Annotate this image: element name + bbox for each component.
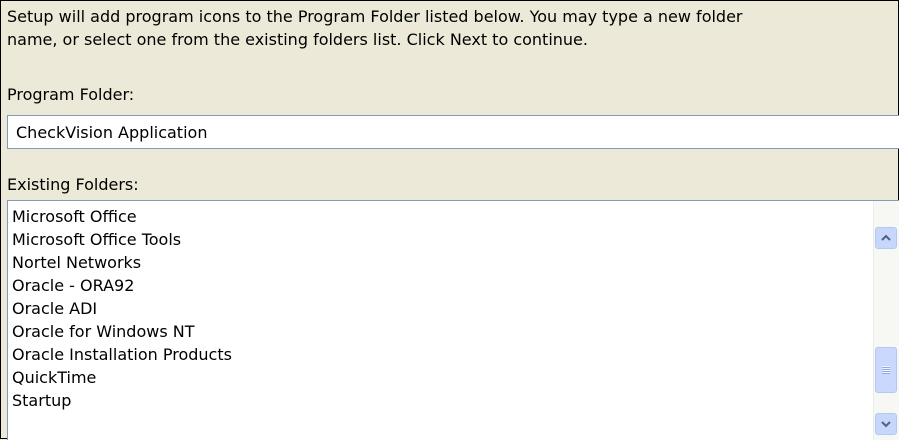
existing-folders-list[interactable]: Microsoft Office Microsoft Office Tools …: [7, 200, 899, 440]
setup-dialog-panel: Setup will add program icons to the Prog…: [0, 0, 899, 440]
list-item[interactable]: Oracle for Windows NT: [12, 320, 872, 343]
program-folder-input[interactable]: [7, 115, 899, 149]
scroll-down-button[interactable]: [875, 413, 897, 435]
chevron-up-icon: [881, 234, 891, 241]
scroll-up-button[interactable]: [875, 227, 897, 249]
vertical-scrollbar[interactable]: [873, 201, 899, 440]
list-item[interactable]: Oracle Installation Products: [12, 343, 872, 366]
program-folder-label: Program Folder:: [7, 85, 135, 104]
scrollbar-thumb[interactable]: [875, 347, 897, 393]
list-item[interactable]: Microsoft Office Tools: [12, 228, 872, 251]
list-item[interactable]: QuickTime: [12, 366, 872, 389]
existing-folders-items: Microsoft Office Microsoft Office Tools …: [12, 205, 872, 412]
chevron-down-icon: [881, 421, 891, 428]
existing-folders-label: Existing Folders:: [7, 175, 139, 194]
list-item[interactable]: Oracle - ORA92: [12, 274, 872, 297]
list-item[interactable]: Microsoft Office: [12, 205, 872, 228]
list-item[interactable]: Nortel Networks: [12, 251, 872, 274]
intro-text: Setup will add program icons to the Prog…: [7, 7, 743, 49]
list-item[interactable]: Oracle ADI: [12, 297, 872, 320]
list-item[interactable]: Startup: [12, 389, 872, 412]
grip-icon: [882, 366, 890, 374]
